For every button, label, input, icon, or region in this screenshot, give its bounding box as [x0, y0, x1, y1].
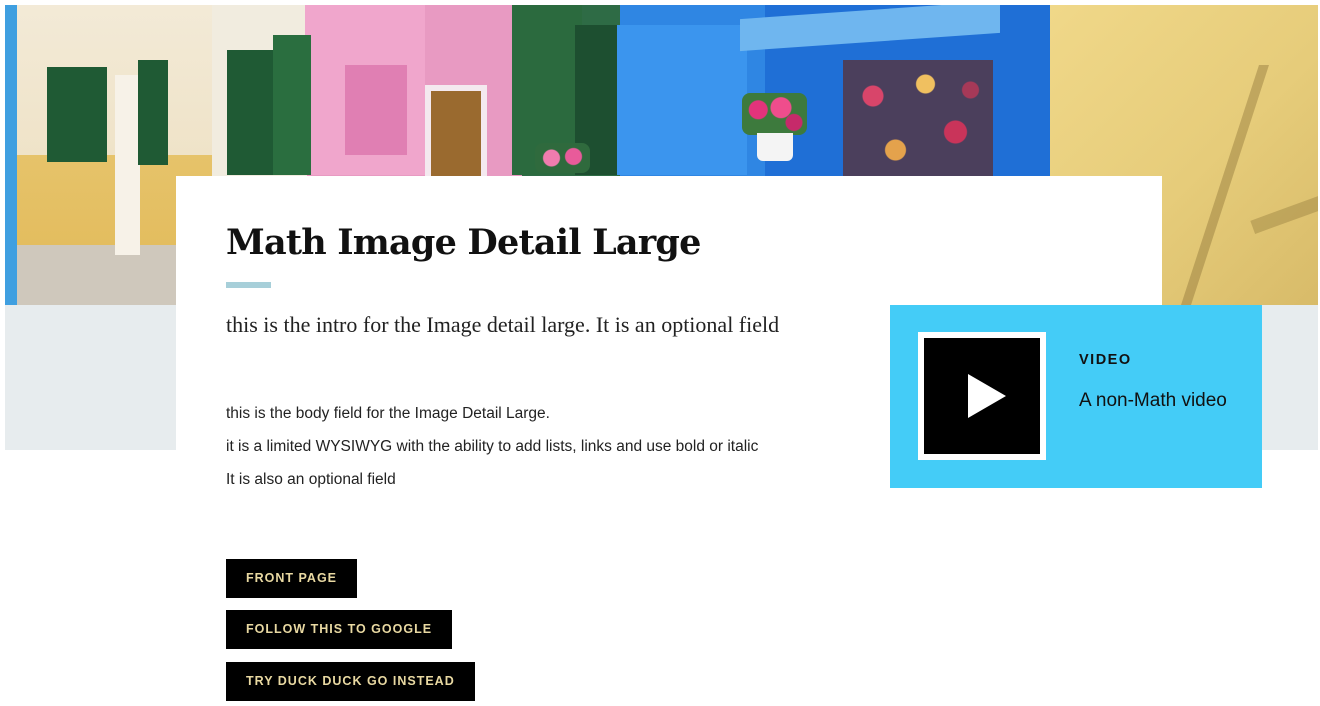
play-icon: [968, 374, 1006, 418]
intro-text: this is the intro for the Image detail l…: [226, 312, 780, 337]
body-paragraph: this is the body field for the Image Det…: [226, 405, 550, 422]
page-title: Math Image Detail Large: [226, 222, 701, 263]
title-accent-line: [226, 282, 271, 288]
body-paragraph: it is a limited WYSIWYG with the ability…: [226, 438, 759, 455]
body-paragraph: It is also an optional field: [226, 471, 396, 488]
duckduckgo-button[interactable]: TRY DUCK DUCK GO INSTEAD: [226, 662, 475, 701]
video-thumbnail[interactable]: [918, 332, 1046, 460]
video-card[interactable]: VIDEO A non-Math video: [890, 305, 1262, 488]
video-title[interactable]: A non-Math video: [1079, 387, 1229, 415]
follow-google-button[interactable]: FOLLOW THIS TO GOOGLE: [226, 610, 453, 649]
front-page-button[interactable]: FRONT PAGE: [226, 559, 358, 598]
body-text: this is the body field for the Image Det…: [226, 402, 846, 501]
video-label: VIDEO: [1079, 352, 1132, 368]
